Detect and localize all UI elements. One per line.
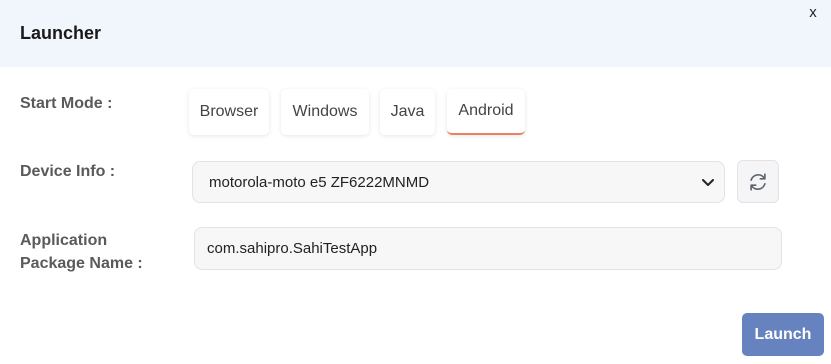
device-select-value: motorola-moto e5 ZF6222MNMD bbox=[209, 173, 430, 191]
mode-android-button[interactable]: Android bbox=[447, 89, 525, 135]
mode-browser-button[interactable]: Browser bbox=[189, 89, 269, 135]
refresh-icon bbox=[750, 172, 766, 191]
mode-java-button[interactable]: Java bbox=[380, 89, 435, 135]
device-info-label: Device Info : bbox=[20, 163, 116, 180]
device-select[interactable]: motorola-moto e5 ZF6222MNMD bbox=[192, 161, 725, 203]
refresh-devices-button[interactable] bbox=[737, 160, 779, 203]
mode-windows-button[interactable]: Windows bbox=[281, 89, 369, 135]
launch-button[interactable]: Launch bbox=[742, 313, 824, 356]
dialog-header: Launcher bbox=[0, 0, 831, 67]
close-button[interactable]: x bbox=[807, 5, 819, 21]
start-mode-label: Start Mode : bbox=[20, 95, 113, 112]
app-package-input[interactable] bbox=[194, 227, 782, 270]
dialog-title: Launcher bbox=[20, 23, 102, 43]
launcher-dialog: Launcher x Start Mode : Browser Windows … bbox=[0, 0, 831, 364]
app-package-label: Application Package Name : bbox=[20, 229, 143, 275]
chevron-down-icon bbox=[702, 179, 714, 186]
app-package-label-line2: Package Name : bbox=[20, 255, 143, 272]
app-package-label-line1: Application bbox=[20, 232, 108, 249]
